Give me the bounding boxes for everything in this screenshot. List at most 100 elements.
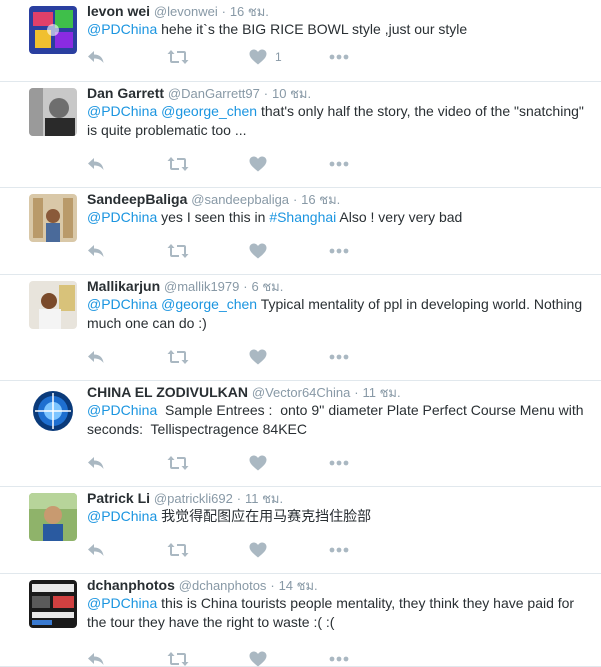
tweet-text-segment: is quite problematic too ... [87, 122, 247, 138]
tweet: CHINA EL ZODIVULKAN @Vector64China · 11 … [0, 381, 601, 487]
separator-dot: · [221, 4, 226, 19]
reply-button[interactable] [87, 347, 105, 367]
author-name[interactable]: Patrick Li [87, 490, 150, 506]
more-button[interactable] [329, 347, 349, 367]
more-button[interactable] [329, 649, 349, 667]
mention-link[interactable]: @PDChina [87, 508, 157, 524]
avatar[interactable] [29, 387, 77, 435]
timestamp-link[interactable]: 6 ชม. [252, 279, 284, 294]
retweet-button[interactable] [167, 540, 189, 560]
timestamp-link[interactable]: 16 ชม. [230, 4, 269, 19]
tweet: Mallikarjun @mallik1979 · 6 ชม. @PDChina … [0, 275, 601, 381]
avatar[interactable] [29, 493, 77, 541]
more-icon [329, 460, 349, 466]
tweet-text: @PDChina @george_chen that's only half t… [87, 102, 597, 140]
tweet-text: @PDChina @george_chen Typical mentality … [87, 295, 597, 333]
mention-link[interactable]: @george_chen [161, 296, 257, 312]
like-button[interactable] [249, 241, 267, 261]
author-name[interactable]: dchanphotos [87, 577, 175, 593]
author-handle[interactable]: @DanGarrett97 [168, 86, 260, 101]
avatar[interactable] [29, 281, 77, 329]
author-name[interactable]: SandeepBaliga [87, 191, 187, 207]
tweet-actions: 1 [87, 47, 387, 67]
like-button[interactable] [249, 649, 267, 667]
author-handle[interactable]: @levonwei [154, 4, 218, 19]
author-name[interactable]: levon wei [87, 3, 150, 19]
like-button[interactable] [249, 154, 267, 174]
more-button[interactable] [329, 241, 349, 261]
tweet-text-segment: 我觉得配图应在用马赛克挡住脸部 [157, 508, 372, 524]
timestamp-link[interactable]: 14 ชม. [279, 578, 318, 593]
author-handle[interactable]: @Vector64China [252, 385, 350, 400]
mention-link[interactable]: @PDChina [87, 296, 157, 312]
hashtag-link[interactable]: #Shanghai [269, 209, 336, 225]
like-icon [249, 49, 267, 65]
retweet-button[interactable] [167, 47, 189, 67]
retweet-button[interactable] [167, 154, 189, 174]
reply-icon [87, 156, 105, 172]
more-button[interactable] [329, 540, 349, 560]
like-button[interactable]: 1 [249, 47, 282, 67]
avatar[interactable] [29, 6, 77, 54]
tweet-line: @PDChina yes I seen this in #Shanghai Al… [87, 208, 597, 227]
tweet-line: @PDChina @george_chen Typical mentality … [87, 295, 597, 314]
tweet-line: @PDChina hehe it`s the BIG RICE BOWL sty… [87, 20, 597, 39]
reply-button[interactable] [87, 649, 105, 667]
mention-link[interactable]: @PDChina [87, 595, 157, 611]
tweet-line: @PDChina 我觉得配图应在用马赛克挡住脸部 [87, 507, 597, 526]
retweet-icon [167, 455, 189, 471]
retweet-icon [167, 542, 189, 558]
mention-link[interactable]: @george_chen [161, 103, 257, 119]
timestamp-link[interactable]: 10 ชม. [272, 86, 311, 101]
like-icon [249, 243, 267, 259]
tweet-text: @PDChina yes I seen this in #Shanghai Al… [87, 208, 597, 227]
reply-button[interactable] [87, 540, 105, 560]
retweet-button[interactable] [167, 453, 189, 473]
tweet-line: @PDChina this is China tourists people m… [87, 594, 597, 613]
like-button[interactable] [249, 453, 267, 473]
mention-link[interactable]: @PDChina [87, 21, 157, 37]
author-handle[interactable]: @mallik1979 [164, 279, 239, 294]
author-handle[interactable]: @sandeepbaliga [191, 192, 289, 207]
author-name[interactable]: Dan Garrett [87, 85, 164, 101]
author-handle[interactable]: @patrickli692 [154, 491, 233, 506]
author-handle[interactable]: @dchanphotos [179, 578, 267, 593]
tweet-text: @PDChina Sample Entrees : onto 9'' diame… [87, 401, 597, 439]
mention-link[interactable]: @PDChina [87, 209, 157, 225]
like-button[interactable] [249, 540, 267, 560]
separator-dot: · [243, 279, 248, 294]
like-icon [249, 651, 267, 667]
more-button[interactable] [329, 453, 349, 473]
more-button[interactable] [329, 47, 349, 67]
avatar[interactable] [29, 194, 77, 242]
timestamp-link[interactable]: 11 ชม. [363, 385, 401, 400]
tweet-actions [87, 347, 387, 367]
author-name[interactable]: Mallikarjun [87, 278, 160, 294]
like-button[interactable] [249, 347, 267, 367]
tweet-text-segment: that's only half the story, the video of… [257, 103, 584, 119]
mention-link[interactable]: @PDChina [87, 402, 157, 418]
avatar[interactable] [29, 580, 77, 628]
reply-button[interactable] [87, 241, 105, 261]
tweet-text-segment: the tour they have the right to waste :(… [87, 614, 335, 630]
tweet-line: @PDChina @george_chen that's only half t… [87, 102, 597, 121]
like-icon [249, 349, 267, 365]
reply-button[interactable] [87, 47, 105, 67]
retweet-button[interactable] [167, 649, 189, 667]
more-button[interactable] [329, 154, 349, 174]
reply-button[interactable] [87, 453, 105, 473]
timestamp-link[interactable]: 16 ชม. [301, 192, 340, 207]
tweet-text: @PDChina 我觉得配图应在用马赛克挡住脸部 [87, 507, 597, 526]
avatar[interactable] [29, 88, 77, 136]
tweet-actions [87, 540, 387, 560]
author-name[interactable]: CHINA EL ZODIVULKAN [87, 384, 248, 400]
like-icon [249, 455, 267, 471]
retweet-icon [167, 651, 189, 667]
reply-button[interactable] [87, 154, 105, 174]
more-icon [329, 656, 349, 662]
tweet-text-segment: Sample Entrees : onto 9'' diameter Plate… [157, 402, 584, 418]
retweet-button[interactable] [167, 241, 189, 261]
retweet-button[interactable] [167, 347, 189, 367]
mention-link[interactable]: @PDChina [87, 103, 157, 119]
timestamp-link[interactable]: 11 ชม. [245, 491, 283, 506]
